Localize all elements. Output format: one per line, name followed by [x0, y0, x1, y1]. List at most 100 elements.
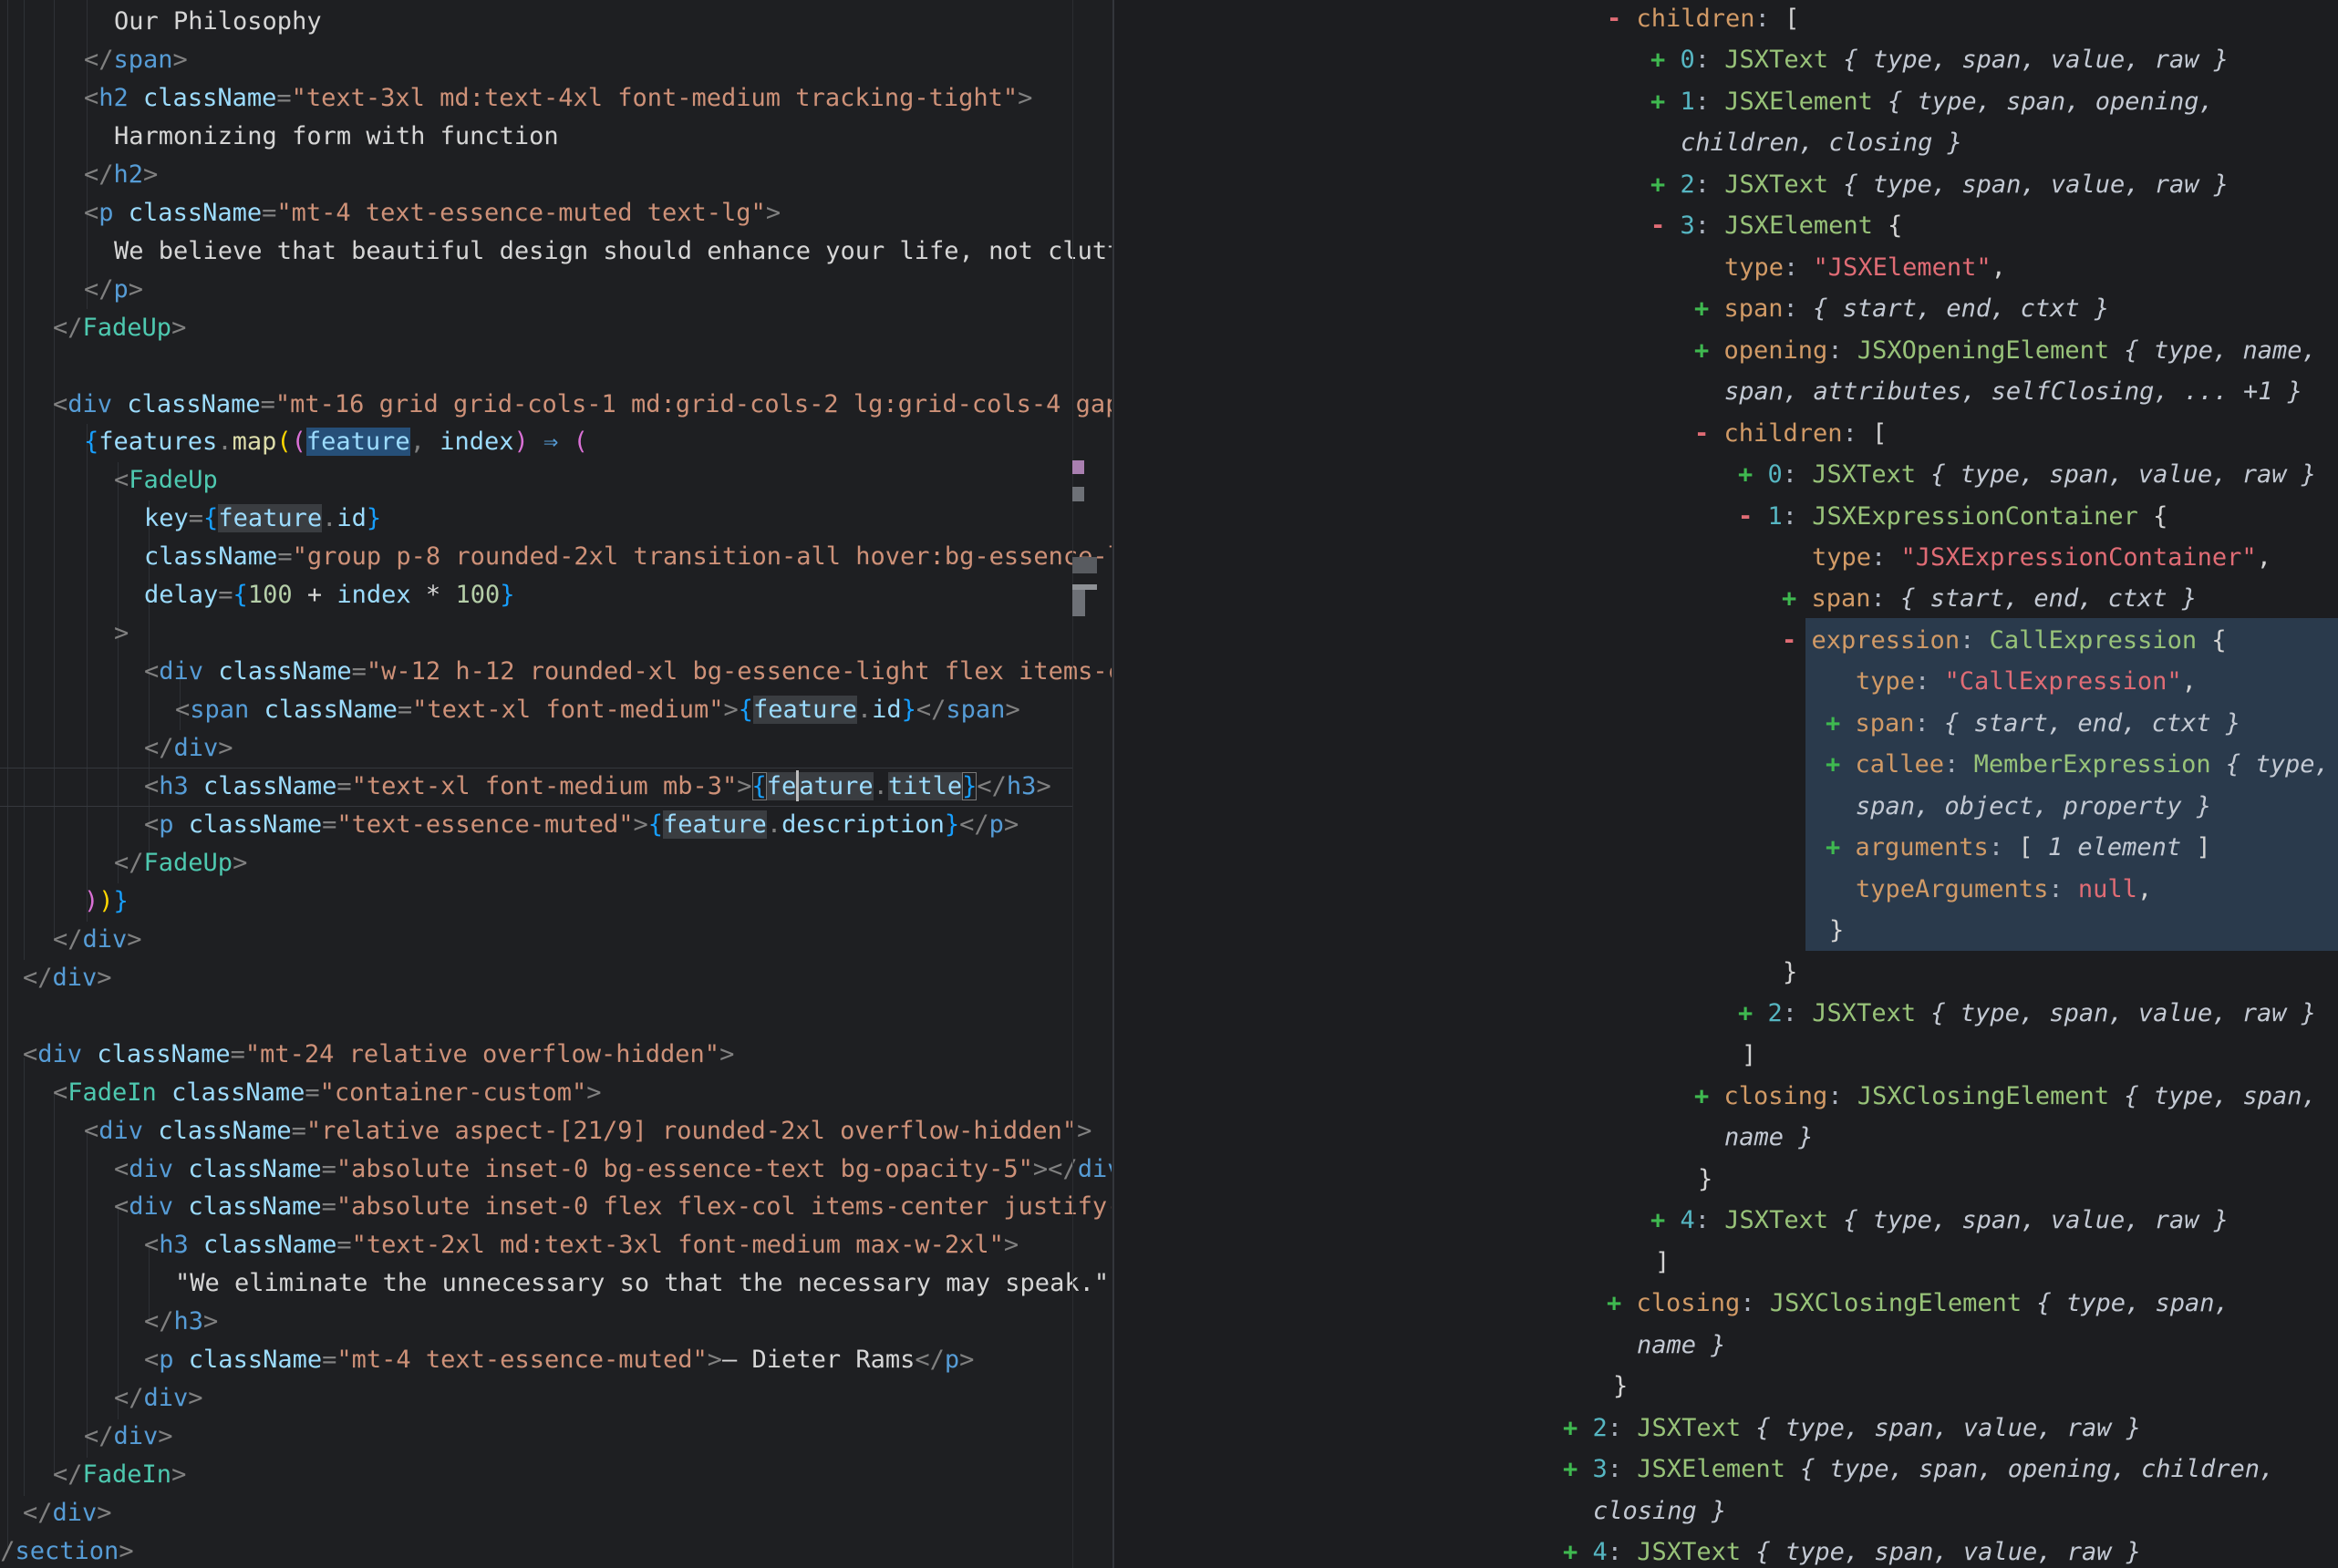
- code-line[interactable]: <FadeIn className="container-custom">: [53, 1074, 602, 1112]
- ast-line[interactable]: - children: [: [1607, 0, 1799, 39]
- collapse-node-icon[interactable]: -: [1650, 211, 1681, 240]
- ast-line[interactable]: + 4: JSXText { type, span, value, raw }: [1650, 1200, 2229, 1241]
- code-line[interactable]: <h3 className="text-2xl md:text-3xl font…: [144, 1226, 1019, 1264]
- expand-node-icon[interactable]: +: [1826, 833, 1856, 861]
- collapse-node-icon[interactable]: -: [1782, 626, 1812, 655]
- code-line[interactable]: ))}: [84, 882, 129, 921]
- ast-line[interactable]: - children: [: [1694, 413, 1887, 454]
- ast-line[interactable]: + closing: JSXClosingElement { type, spa…: [1607, 1283, 2229, 1324]
- ast-line[interactable]: + arguments: [ 1 element ]: [1826, 827, 2211, 868]
- code-line[interactable]: Our Philosophy: [114, 3, 322, 41]
- expand-node-icon[interactable]: +: [1694, 294, 1724, 323]
- code-line[interactable]: delay={100 + index * 100}: [144, 576, 514, 614]
- ast-line[interactable]: span, object, property }: [1856, 786, 2211, 827]
- ast-line[interactable]: + 2: JSXText { type, span, value, raw }: [1650, 164, 2229, 205]
- code-line[interactable]: <div className="mt-24 relative overflow-…: [23, 1036, 734, 1074]
- collapse-node-icon[interactable]: -: [1607, 5, 1637, 33]
- code-line[interactable]: </div>: [23, 959, 112, 997]
- expand-node-icon[interactable]: +: [1694, 1082, 1724, 1110]
- ast-line[interactable]: }: [1829, 910, 1844, 951]
- ast-line[interactable]: }: [1783, 952, 1797, 993]
- ast-line[interactable]: }: [1613, 1366, 1628, 1407]
- code-line[interactable]: </FadeIn>: [53, 1456, 186, 1494]
- ast-line[interactable]: + opening: JSXOpeningElement { type, nam…: [1694, 330, 2317, 371]
- expand-node-icon[interactable]: +: [1826, 750, 1856, 779]
- ast-line[interactable]: + 2: JSXText { type, span, value, raw }: [1563, 1408, 2141, 1449]
- ast-line[interactable]: + span: { start, end, ctxt }: [1782, 578, 2197, 619]
- code-line[interactable]: </div>: [114, 1379, 203, 1418]
- ast-line[interactable]: - 3: JSXElement {: [1650, 205, 1902, 246]
- expand-node-icon[interactable]: +: [1694, 336, 1724, 365]
- code-line[interactable]: >: [114, 614, 129, 653]
- expand-node-icon[interactable]: +: [1650, 170, 1681, 199]
- ast-line[interactable]: type: "JSXExpressionContainer",: [1812, 537, 2271, 578]
- code-line[interactable]: <div className="relative aspect-[21/9] r…: [84, 1112, 1091, 1150]
- ast-line[interactable]: + 0: JSXText { type, span, value, raw }: [1650, 39, 2229, 80]
- code-line[interactable]: className="group p-8 rounded-2xl transit…: [144, 538, 1112, 576]
- expand-node-icon[interactable]: +: [1563, 1538, 1593, 1566]
- ast-line[interactable]: typeArguments: null,: [1856, 869, 2152, 910]
- expand-node-icon[interactable]: +: [1607, 1289, 1637, 1317]
- code-line[interactable]: key={feature.id}: [144, 500, 381, 538]
- ast-line[interactable]: - expression: CallExpression {: [1782, 620, 2227, 661]
- ast-line[interactable]: children, closing }: [1681, 122, 1962, 163]
- code-line[interactable]: </div>: [53, 921, 142, 959]
- collapse-node-icon[interactable]: -: [1738, 502, 1768, 531]
- expand-node-icon[interactable]: +: [1738, 460, 1768, 489]
- ast-line[interactable]: name }: [1724, 1117, 1814, 1158]
- ast-line[interactable]: closing }: [1593, 1491, 1726, 1532]
- ast-tree-pane[interactable]: - children: [+ 0: JSXText { type, span, …: [1114, 0, 2338, 1568]
- ast-line[interactable]: + 2: JSXText { type, span, value, raw }: [1738, 993, 2316, 1034]
- code-line[interactable]: </div>: [23, 1494, 112, 1532]
- ast-line[interactable]: name }: [1637, 1325, 1726, 1366]
- code-line[interactable]: {features.map((feature, index) ⇒ (: [84, 423, 588, 461]
- code-line[interactable]: </span>: [84, 41, 188, 79]
- code-line[interactable]: <h2 className="text-3xl md:text-4xl font…: [84, 79, 1032, 118]
- code-area[interactable]: Our Philosophy</span><h2 className="text…: [0, 0, 1112, 1568]
- ast-line[interactable]: + span: { start, end, ctxt }: [1694, 288, 2109, 329]
- code-line[interactable]: <div className="mt-16 grid grid-cols-1 m…: [53, 386, 1112, 424]
- code-line[interactable]: </h3>: [144, 1303, 218, 1341]
- expand-node-icon[interactable]: +: [1563, 1414, 1593, 1442]
- expand-node-icon[interactable]: +: [1826, 709, 1856, 738]
- ast-line[interactable]: - 1: JSXExpressionContainer {: [1738, 496, 2167, 537]
- code-line[interactable]: <div className="absolute inset-0 flex fl…: [114, 1188, 1112, 1226]
- ast-line[interactable]: + 4: JSXText { type, span, value, raw }: [1563, 1532, 2141, 1568]
- expand-node-icon[interactable]: +: [1563, 1455, 1593, 1483]
- expand-node-icon[interactable]: +: [1650, 46, 1681, 74]
- code-line[interactable]: </FadeUp>: [53, 309, 186, 347]
- ast-line[interactable]: span, attributes, selfClosing, ... +1 }: [1724, 371, 2302, 412]
- ast-line[interactable]: + closing: JSXClosingElement { type, spa…: [1694, 1076, 2317, 1117]
- ast-line[interactable]: type: "JSXElement",: [1724, 247, 2006, 288]
- ast-line[interactable]: }: [1698, 1159, 1712, 1200]
- ast-line[interactable]: ]: [1742, 1035, 1756, 1076]
- code-line[interactable]: "We eliminate the unnecessary so that th…: [175, 1264, 1109, 1303]
- code-line[interactable]: Harmonizing form with function: [114, 118, 559, 156]
- expand-node-icon[interactable]: +: [1738, 999, 1768, 1027]
- expand-node-icon[interactable]: +: [1650, 88, 1681, 116]
- code-line[interactable]: </div>: [84, 1418, 173, 1456]
- collapse-node-icon[interactable]: -: [1694, 419, 1724, 448]
- ast-line[interactable]: + callee: MemberExpression { type,: [1826, 744, 2330, 785]
- code-line[interactable]: </h2>: [84, 156, 158, 194]
- code-line[interactable]: <p className="mt-4 text-essence-muted te…: [84, 194, 781, 232]
- code-editor-pane[interactable]: Our Philosophy</span><h2 className="text…: [0, 0, 1112, 1568]
- code-line[interactable]: <p className="mt-4 text-essence-muted">—…: [144, 1341, 974, 1379]
- code-line[interactable]: </section>: [0, 1532, 134, 1568]
- code-line[interactable]: <p className="text-essence-muted">{featu…: [144, 806, 1019, 844]
- code-line[interactable]: <div className="w-12 h-12 rounded-xl bg-…: [144, 653, 1112, 691]
- ast-line[interactable]: + span: { start, end, ctxt }: [1826, 703, 2240, 744]
- code-line[interactable]: <FadeUp: [114, 461, 218, 500]
- code-line[interactable]: </div>: [144, 729, 233, 768]
- code-line[interactable]: <div className="absolute inset-0 bg-esse…: [114, 1150, 1112, 1189]
- code-line[interactable]: <h3 className="text-xl font-medium mb-3"…: [144, 768, 1051, 806]
- expand-node-icon[interactable]: +: [1650, 1206, 1681, 1234]
- ast-line[interactable]: type: "CallExpression",: [1856, 661, 2197, 702]
- code-line[interactable]: We believe that beautiful design should …: [114, 232, 1112, 271]
- code-line[interactable]: </FadeUp>: [114, 844, 247, 882]
- expand-node-icon[interactable]: +: [1782, 584, 1812, 613]
- ast-line[interactable]: ]: [1655, 1242, 1670, 1283]
- code-line[interactable]: <span className="text-xl font-medium">{f…: [175, 691, 1020, 729]
- ast-line[interactable]: + 3: JSXElement { type, span, opening, c…: [1563, 1449, 2274, 1490]
- ast-line[interactable]: + 0: JSXText { type, span, value, raw }: [1738, 454, 2316, 495]
